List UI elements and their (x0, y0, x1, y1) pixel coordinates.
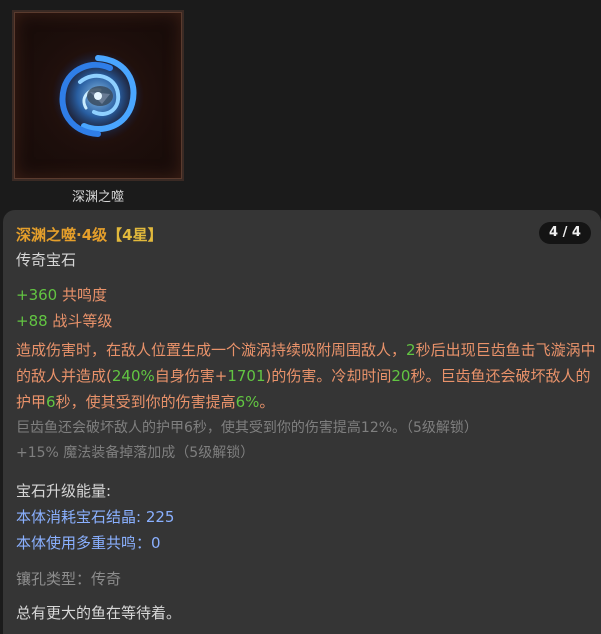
gem-icon-frame[interactable] (12, 10, 184, 181)
gem-effect-description: 造成伤害时，在敌人位置生成一个漩涡持续吸附周围敌人，2秒后出现巨齿鱼击飞漩涡中的… (16, 337, 596, 415)
stat-combat-level-value: +88 (16, 312, 48, 330)
gem-title-text: 深渊之噬·4级 (16, 226, 108, 244)
desc-highlight: 6 (46, 393, 56, 411)
desc-segment: 自身伤害+ (154, 367, 228, 385)
desc-segment: 造成伤害时，在敌人位置生成一个漩涡持续吸附周围敌人， (16, 341, 407, 359)
desc-highlight: 240% (111, 367, 155, 385)
desc-highlight: 20 (391, 367, 411, 385)
gem-tooltip-panel: 深渊之噬·4级【4星】 4 / 4 传奇宝石 +360 共鸣度 +88 战斗等级… (3, 210, 601, 634)
gem-type-label: 传奇宝石 (16, 251, 77, 269)
gem-title: 深渊之噬·4级【4星】 (16, 224, 163, 246)
gem-name-caption: 深渊之噬 (71, 190, 124, 205)
desc-highlight: 2 (406, 341, 416, 359)
gem-preview-area: 深渊之噬 (0, 0, 601, 212)
multi-resonance-line: 本体使用多重共鸣：0 (16, 534, 161, 552)
stat-resonance: +360 共鸣度 (16, 284, 107, 306)
desc-segment: 。 (259, 393, 275, 411)
page-counter-badge: 4 / 4 (539, 222, 591, 244)
desc-segment: 秒，使其受到你的伤害提高 (55, 393, 236, 411)
locked-effect-2: +15% 魔法装备掉落加成（5级解锁） (16, 445, 255, 461)
stat-resonance-value: +360 (16, 286, 58, 304)
stat-combat-level: +88 战斗等级 (16, 310, 112, 332)
desc-highlight: 1701 (227, 367, 266, 385)
stat-combat-level-label: 战斗等级 (47, 312, 113, 330)
upgrade-energy-header: 宝石升级能量: (16, 482, 112, 500)
gem-star-rating: 【4星】 (107, 226, 163, 244)
stat-resonance-label: 共鸣度 (57, 286, 107, 304)
crystal-cost-line: 本体消耗宝石结晶: 225 (16, 508, 175, 526)
flavor-text: 总有更大的鱼在等待着。 (16, 604, 182, 622)
desc-segment: )的伤害。冷却时间 (265, 367, 392, 385)
locked-effect-1: 巨齿鱼还会破坏敌人的护甲6秒，使其受到你的伤害提高12%。（5级解锁） (16, 420, 478, 436)
desc-highlight: 6% (235, 393, 260, 411)
socket-type-label: 镶孔类型：传奇 (16, 570, 122, 588)
swirl-gem-icon (52, 50, 144, 142)
